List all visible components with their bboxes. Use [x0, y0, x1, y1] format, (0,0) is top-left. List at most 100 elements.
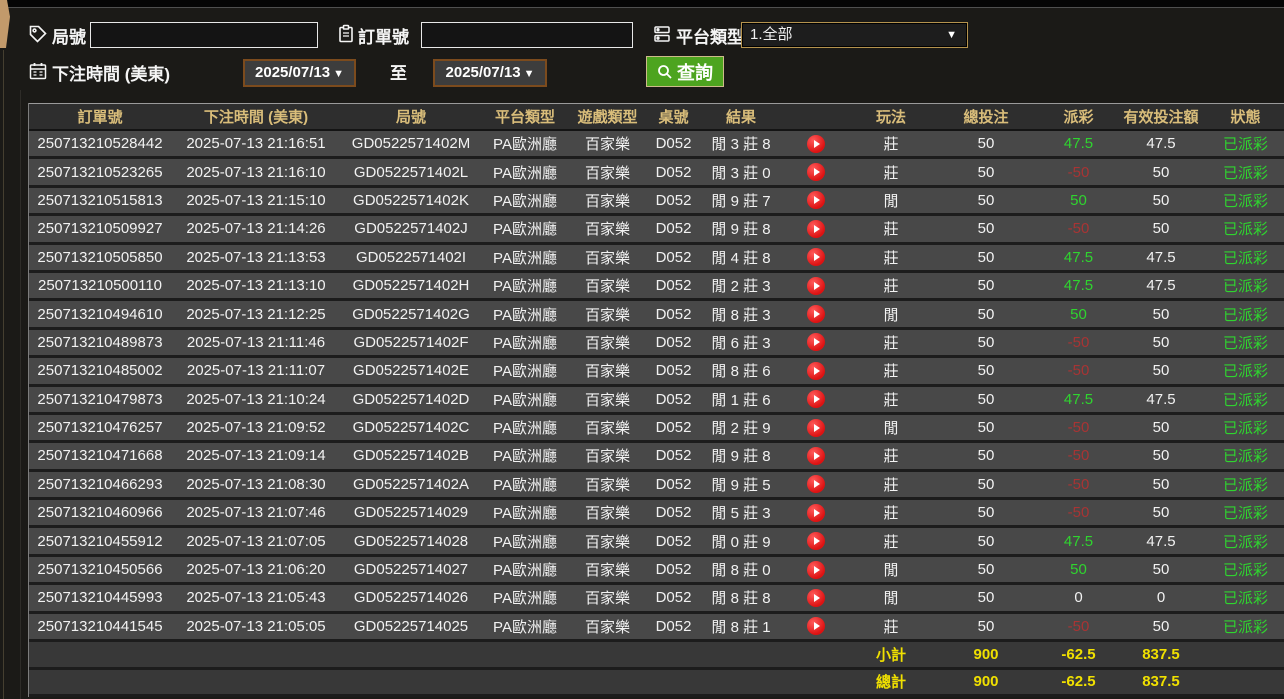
- cell-bet-time: 2025-07-13 21:07:05: [171, 533, 341, 550]
- platform-type-select[interactable]: 1.全部 ▼: [741, 22, 968, 48]
- cell-order-no: 250713210476257: [29, 419, 171, 436]
- cell-platform: PA歐洲廳: [481, 332, 569, 353]
- total-label: 總計: [851, 671, 931, 692]
- table-row: 250713210489873 2025-07-13 21:11:46 GD05…: [29, 330, 1284, 358]
- cell-bet-time: 2025-07-13 21:16:10: [171, 164, 341, 181]
- play-icon[interactable]: [807, 191, 825, 209]
- cell-platform: PA歐洲廳: [481, 162, 569, 183]
- play-icon[interactable]: [807, 333, 825, 351]
- chevron-down-icon: ▼: [524, 68, 535, 80]
- cell-order-no: 250713210441545: [29, 618, 171, 635]
- play-icon[interactable]: [807, 135, 825, 153]
- cell-total-bet: 50: [931, 447, 1041, 464]
- play-icon[interactable]: [807, 220, 825, 238]
- table-row: 250713210494610 2025-07-13 21:12:25 GD05…: [29, 301, 1284, 329]
- cell-status: 已派彩: [1206, 502, 1284, 523]
- table-header-row: 訂單號 下注時間 (美東) 局號 平台類型 遊戲類型 桌號 結果 玩法 總投注 …: [29, 103, 1284, 131]
- cell-replay: [781, 163, 851, 181]
- round-no-input[interactable]: [90, 22, 318, 48]
- cell-total-bet: 50: [931, 192, 1041, 209]
- cell-order-no: 250713210509927: [29, 220, 171, 237]
- cell-status: 已派彩: [1206, 360, 1284, 381]
- cell-valid-bet: 50: [1116, 561, 1206, 578]
- cell-round-no: GD0522571402L: [341, 164, 481, 181]
- cell-replay: [781, 617, 851, 635]
- cell-status: 已派彩: [1206, 275, 1284, 296]
- table-row: 250713210441545 2025-07-13 21:05:05 GD05…: [29, 614, 1284, 642]
- play-icon[interactable]: [807, 362, 825, 380]
- cell-order-no: 250713210479873: [29, 391, 171, 408]
- cell-payout: 47.5: [1041, 277, 1116, 294]
- cell-payout: -50: [1041, 362, 1116, 379]
- play-icon[interactable]: [807, 163, 825, 181]
- platform-type-value: 1.全部: [750, 26, 793, 43]
- cell-valid-bet: 50: [1116, 447, 1206, 464]
- date-to-picker[interactable]: 2025/07/13▼: [433, 59, 547, 87]
- play-icon[interactable]: [807, 561, 825, 579]
- order-no-input[interactable]: [421, 22, 633, 48]
- table-row: 250713210455912 2025-07-13 21:07:05 GD05…: [29, 528, 1284, 556]
- list-icon: [652, 24, 672, 44]
- total-row: 總計 900 -62.5 837.5: [29, 670, 1284, 698]
- date-from-picker[interactable]: 2025/07/13▼: [243, 59, 356, 87]
- cell-play-type: 閒: [851, 559, 931, 580]
- cell-status: 已派彩: [1206, 559, 1284, 580]
- play-icon[interactable]: [807, 277, 825, 295]
- cell-round-no: GD0522571402H: [341, 277, 481, 294]
- cell-play-type: 莊: [851, 616, 931, 637]
- table-row: 250713210445993 2025-07-13 21:05:43 GD05…: [29, 585, 1284, 613]
- total-bet: 900: [931, 673, 1041, 690]
- cell-bet-time: 2025-07-13 21:05:05: [171, 618, 341, 635]
- cell-table-no: D052: [646, 220, 701, 237]
- play-icon[interactable]: [807, 447, 825, 465]
- play-icon[interactable]: [807, 589, 825, 607]
- cell-platform: PA歐洲廳: [481, 389, 569, 410]
- play-icon[interactable]: [807, 532, 825, 550]
- cell-result: 閒 8 莊 0: [701, 559, 781, 580]
- col-header-bet: 總投注: [931, 106, 1041, 127]
- cell-valid-bet: 0: [1116, 589, 1206, 606]
- cell-replay: [781, 589, 851, 607]
- play-icon[interactable]: [807, 248, 825, 266]
- cell-game-type: 百家樂: [569, 389, 646, 410]
- platform-type-label: 平台類型: [676, 23, 744, 48]
- play-icon[interactable]: [807, 617, 825, 635]
- cell-bet-time: 2025-07-13 21:05:43: [171, 589, 341, 606]
- cell-payout: 47.5: [1041, 249, 1116, 266]
- table-row: 250713210509927 2025-07-13 21:14:26 GD05…: [29, 216, 1284, 244]
- cell-table-no: D052: [646, 504, 701, 521]
- cell-game-type: 百家樂: [569, 190, 646, 211]
- cell-payout: 47.5: [1041, 391, 1116, 408]
- cell-result: 閒 0 莊 9: [701, 531, 781, 552]
- cell-valid-bet: 50: [1116, 618, 1206, 635]
- date-to-value: 2025/07/13: [446, 64, 521, 81]
- cell-result: 閒 2 莊 3: [701, 275, 781, 296]
- cell-payout: 50: [1041, 192, 1116, 209]
- cell-replay: [781, 248, 851, 266]
- search-button[interactable]: 查詢: [646, 56, 724, 87]
- cell-table-no: D052: [646, 192, 701, 209]
- cell-play-type: 莊: [851, 218, 931, 239]
- cell-round-no: GD0522571402D: [341, 391, 481, 408]
- cell-valid-bet: 47.5: [1116, 391, 1206, 408]
- play-icon[interactable]: [807, 419, 825, 437]
- play-icon[interactable]: [807, 390, 825, 408]
- cell-payout: -50: [1041, 334, 1116, 351]
- left-rail-divider-2: [20, 90, 21, 699]
- cell-result: 閒 8 莊 3: [701, 304, 781, 325]
- play-icon[interactable]: [807, 475, 825, 493]
- table-row: 250713210460966 2025-07-13 21:07:46 GD05…: [29, 500, 1284, 528]
- cell-valid-bet: 50: [1116, 362, 1206, 379]
- play-icon[interactable]: [807, 504, 825, 522]
- cell-round-no: GD05225714029: [341, 504, 481, 521]
- table-row: 250713210485002 2025-07-13 21:11:07 GD05…: [29, 358, 1284, 386]
- total-valid: 837.5: [1116, 673, 1206, 690]
- cell-order-no: 250713210515813: [29, 192, 171, 209]
- play-icon[interactable]: [807, 305, 825, 323]
- cell-order-no: 250713210445993: [29, 589, 171, 606]
- cell-result: 閒 9 莊 7: [701, 190, 781, 211]
- col-header-order: 訂單號: [29, 106, 171, 127]
- cell-valid-bet: 47.5: [1116, 533, 1206, 550]
- cell-total-bet: 50: [931, 220, 1041, 237]
- clipboard-icon: [336, 24, 356, 44]
